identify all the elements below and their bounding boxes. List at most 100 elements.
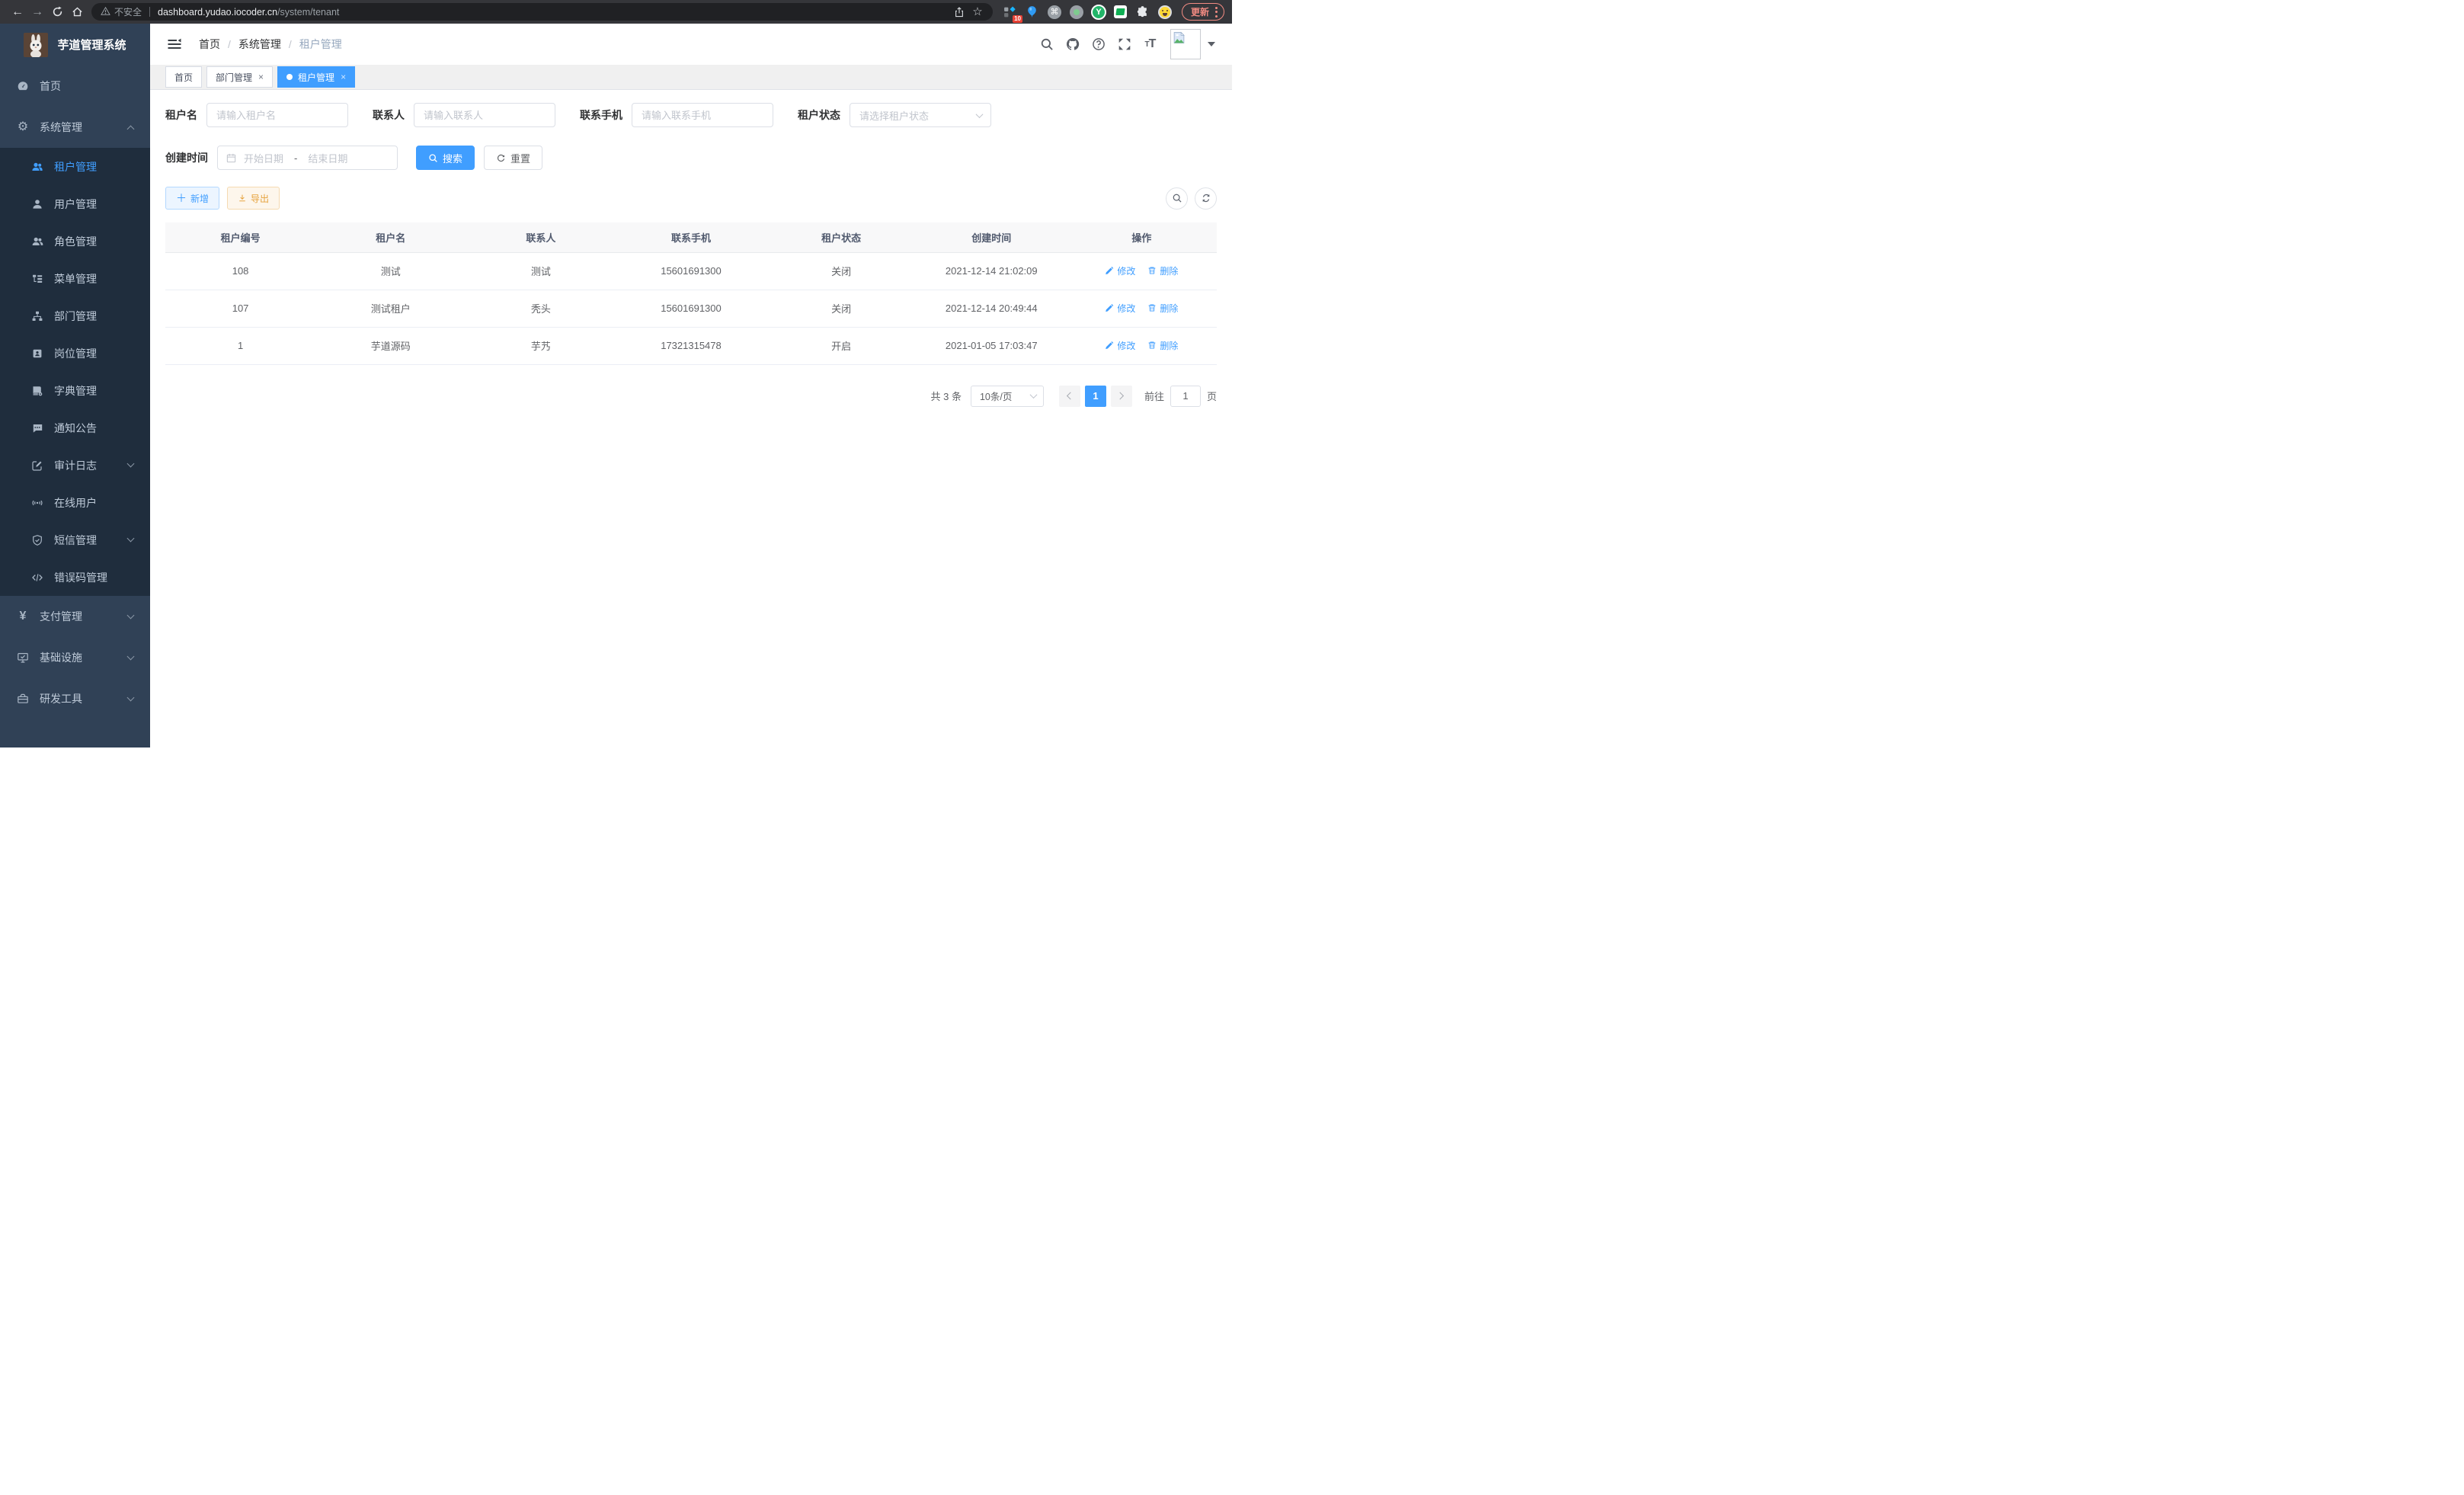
fullscreen-icon[interactable] (1117, 37, 1131, 52)
breadcrumb-item-1[interactable]: 系统管理 (238, 37, 281, 52)
export-button[interactable]: 导出 (227, 187, 280, 210)
extensions-puzzle-icon[interactable] (1134, 3, 1152, 21)
filter-tenant-name: 租户名 (165, 103, 348, 127)
mobile-input[interactable] (632, 103, 773, 127)
close-icon[interactable]: × (258, 72, 264, 82)
page-unit-label: 页 (1207, 389, 1217, 403)
dept-icon (30, 309, 44, 323)
edit-link[interactable]: 修改 (1105, 339, 1135, 352)
hide-search-button[interactable] (1166, 187, 1188, 210)
sidebar-item-1[interactable]: ⚙系统管理 (0, 107, 150, 148)
plus-icon: ＋ (176, 193, 187, 203)
sidebar-item-12[interactable]: 短信管理 (0, 521, 150, 559)
back-icon[interactable]: ← (8, 2, 27, 22)
status-select[interactable]: 请选择租户状态 (850, 103, 991, 127)
chrome-update-button[interactable]: 更新 (1182, 3, 1224, 21)
share-icon[interactable] (950, 4, 968, 21)
mobile-label: 联系手机 (580, 107, 622, 123)
table-row-1: 107测试租户秃头15601691300关闭2021-12-14 20:49:4… (165, 290, 1217, 327)
sidebar: 芋道管理系统 首页⚙系统管理租户管理用户管理角色管理菜单管理部门管理岗位管理字典… (0, 24, 150, 748)
tab-2[interactable]: 租户管理× (277, 66, 355, 88)
browser-menu-icon[interactable] (1214, 6, 1218, 18)
user-menu-caret-icon[interactable] (1208, 42, 1215, 46)
extension-balloon-icon[interactable] (1023, 3, 1042, 21)
bookmark-star-icon[interactable]: ☆ (968, 4, 987, 21)
profile-avatar-icon[interactable] (1156, 3, 1174, 21)
sidebar-item-11[interactable]: 在线用户 (0, 484, 150, 521)
edit-icon (1105, 341, 1114, 350)
date-range-picker[interactable]: 开始日期 - 结束日期 (217, 146, 398, 170)
tool-icon (16, 692, 30, 706)
tab-1[interactable]: 部门管理× (206, 66, 273, 88)
delete-link[interactable]: 删除 (1147, 302, 1178, 315)
delete-link[interactable]: 删除 (1147, 339, 1178, 352)
chevron-down-icon (127, 652, 135, 660)
sidebar-item-0[interactable]: 首页 (0, 66, 150, 107)
sidebar-item-9[interactable]: 通知公告 (0, 409, 150, 447)
log-icon (30, 459, 44, 472)
sidebar-item-14[interactable]: ¥支付管理 (0, 596, 150, 637)
add-button[interactable]: ＋ 新增 (165, 187, 219, 210)
search-icon[interactable] (1039, 37, 1054, 52)
app-logo[interactable]: 芋道管理系统 (0, 24, 150, 66)
tab-0[interactable]: 首页 (165, 66, 202, 88)
edit-link[interactable]: 修改 (1105, 264, 1135, 277)
breadcrumb-item-0[interactable]: 首页 (199, 37, 220, 52)
help-icon[interactable] (1091, 37, 1106, 52)
pay-icon: ¥ (16, 610, 30, 623)
goto-page-input[interactable] (1170, 386, 1201, 407)
contact-input[interactable] (414, 103, 555, 127)
chevron-down-icon (127, 693, 135, 701)
next-page-button[interactable] (1111, 386, 1132, 407)
cell-contact: 测试 (466, 252, 616, 290)
column-header-1: 租户名 (315, 222, 466, 252)
sidebar-item-10[interactable]: 审计日志 (0, 447, 150, 484)
page-size-select[interactable]: 10条/页 (971, 386, 1044, 407)
tenant-name-input[interactable] (206, 103, 348, 127)
sidebar-item-8[interactable]: 字典管理 (0, 372, 150, 409)
extension-command-icon[interactable]: ⌘ (1045, 3, 1064, 21)
extension-y-icon[interactable]: Y (1090, 3, 1108, 21)
extension-chat-icon[interactable] (1112, 3, 1130, 21)
contact-label: 联系人 (373, 107, 405, 123)
extension-grid-icon[interactable]: 10 (1001, 3, 1019, 21)
sidebar-item-7[interactable]: 岗位管理 (0, 335, 150, 372)
sidebar-item-3[interactable]: 用户管理 (0, 185, 150, 222)
close-icon[interactable]: × (341, 72, 346, 82)
sidebar-item-6[interactable]: 部门管理 (0, 297, 150, 335)
prev-page-button[interactable] (1059, 386, 1080, 407)
cell-actions: 修改删除 (1067, 290, 1217, 327)
extension-record-icon[interactable] (1067, 3, 1086, 21)
security-label: 不安全 (114, 5, 142, 18)
sidebar-item-13[interactable]: 错误码管理 (0, 559, 150, 596)
table-header-row: 租户编号租户名联系人联系手机租户状态创建时间操作 (165, 222, 1217, 252)
url-bar[interactable]: 不安全 dashboard.yudao.iocoder.cn /system/t… (91, 3, 993, 21)
font-size-icon[interactable]: TT (1143, 37, 1157, 52)
sidebar-item-16[interactable]: 研发工具 (0, 678, 150, 719)
cell-status: 关闭 (766, 290, 917, 327)
search-button[interactable]: 搜索 (416, 146, 475, 170)
sidebar-item-4[interactable]: 角色管理 (0, 222, 150, 260)
sidebar-menu: 首页⚙系统管理租户管理用户管理角色管理菜单管理部门管理岗位管理字典管理通知公告审… (0, 66, 150, 719)
toolbar-right (1166, 187, 1217, 210)
sidebar-item-5[interactable]: 菜单管理 (0, 260, 150, 297)
sidebar-item-15[interactable]: 基础设施 (0, 637, 150, 678)
cell-status: 关闭 (766, 252, 917, 290)
tenant-name-label: 租户名 (165, 107, 197, 123)
reload-icon[interactable] (47, 2, 67, 22)
reset-button[interactable]: 重置 (484, 146, 542, 170)
download-icon (238, 194, 247, 203)
column-header-0: 租户编号 (165, 222, 315, 252)
user-avatar[interactable] (1170, 29, 1201, 59)
edit-link[interactable]: 修改 (1105, 302, 1135, 315)
delete-link[interactable]: 删除 (1147, 264, 1178, 277)
github-icon[interactable] (1065, 37, 1080, 52)
home-icon[interactable] (67, 2, 87, 22)
sidebar-fold-icon[interactable] (167, 37, 182, 52)
sidebar-item-2[interactable]: 租户管理 (0, 148, 150, 185)
forward-icon[interactable]: → (27, 2, 47, 22)
role-icon (30, 235, 44, 248)
refresh-table-button[interactable] (1195, 187, 1217, 210)
page-1-button[interactable]: 1 (1085, 386, 1106, 407)
security-status[interactable]: 不安全 (101, 5, 142, 18)
